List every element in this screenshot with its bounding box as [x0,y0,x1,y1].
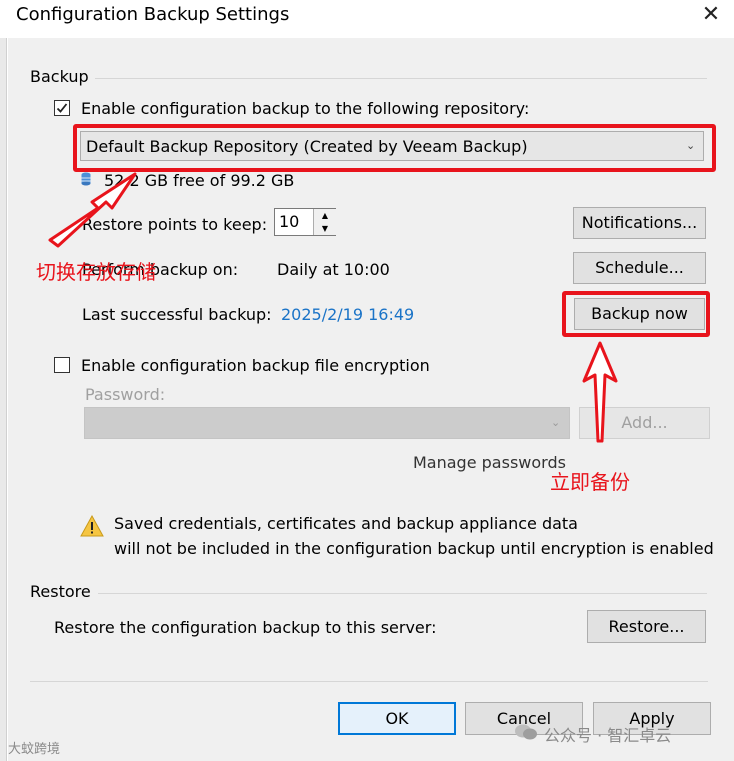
annotation-switch-storage: 切换存放存储 [36,260,156,284]
warning-text-line2: will not be included in the configuratio… [114,539,714,558]
checkmark-icon [56,103,68,113]
close-icon[interactable]: ✕ [698,2,724,28]
ok-button[interactable]: OK [338,702,456,735]
perform-backup-value: Daily at 10:00 [277,260,390,279]
stepper-down-icon[interactable]: ▼ [313,222,336,235]
restore-points-stepper[interactable]: 10 ▲ ▼ [274,208,336,236]
repository-highlight-box [73,124,716,172]
backup-divider [95,78,707,79]
enable-encryption-label: Enable configuration backup file encrypt… [81,356,430,375]
enable-backup-label: Enable configuration backup to the follo… [81,99,530,118]
password-label: Password: [85,385,166,404]
annotation-arrow-backup-now [582,341,618,443]
warning-icon [80,515,104,537]
dialog-window: Configuration Backup Settings ✕ Backup E… [0,0,734,761]
restore-label: Restore the configuration backup to this… [54,618,437,637]
wechat-icon [515,724,537,740]
last-backup-label: Last successful backup: [82,305,272,324]
window-title: Configuration Backup Settings [16,4,290,25]
backup-section-header: Backup [30,67,89,86]
last-backup-value: 2025/2/19 16:49 [281,305,415,324]
stepper-up-icon[interactable]: ▲ [313,209,336,223]
enable-backup-checkbox[interactable] [54,100,70,116]
annotation-backup-immediately: 立即备份 [550,470,630,494]
notifications-button[interactable]: Notifications... [573,207,706,239]
chevron-down-icon: ⌄ [551,416,561,429]
warning-text-line1: Saved credentials, certificates and back… [114,514,578,533]
backup-now-highlight-box [562,291,710,337]
schedule-button[interactable]: Schedule... [573,252,706,284]
watermark-right: 公众号 · 智汇卓云 [544,726,672,745]
restore-button[interactable]: Restore... [587,610,706,643]
restore-divider [98,593,707,594]
enable-encryption-checkbox[interactable] [54,357,70,373]
background-window-edge [0,38,7,761]
restore-points-value: 10 [279,212,300,231]
footer-divider [30,681,708,682]
restore-section-header: Restore [30,582,91,601]
annotation-arrow-repository [48,172,137,248]
password-dropdown[interactable]: ⌄ [84,407,570,439]
manage-passwords-link[interactable]: Manage passwords [413,453,566,472]
watermark-left: 大蚊跨境 [8,742,61,757]
